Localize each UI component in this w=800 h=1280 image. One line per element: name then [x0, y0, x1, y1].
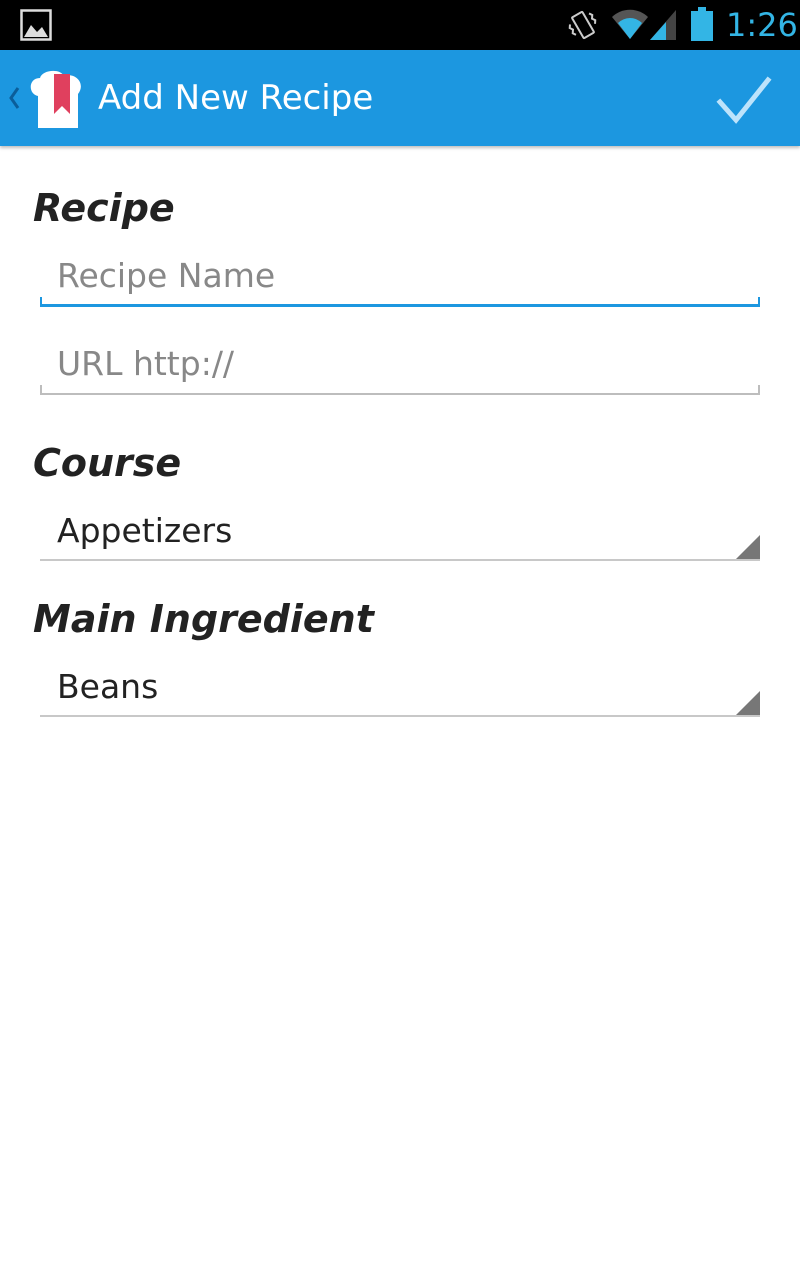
url-placeholder: URL http://: [57, 344, 235, 383]
signal-icon: [650, 10, 676, 40]
dropdown-underline: [40, 559, 760, 561]
back-chevron-icon[interactable]: [8, 86, 20, 110]
action-bar: Add New Recipe: [0, 50, 800, 146]
recipe-name-placeholder: Recipe Name: [57, 256, 276, 295]
dropdown-arrow-icon: [736, 691, 760, 715]
course-selected-value: Appetizers: [57, 511, 233, 550]
input-underline: [40, 393, 760, 395]
checkmark-icon[interactable]: [706, 66, 782, 132]
course-dropdown[interactable]: Appetizers: [40, 505, 760, 561]
wifi-icon: [612, 9, 648, 40]
main-ingredient-heading: Main Ingredient: [33, 597, 374, 641]
dropdown-underline: [40, 715, 760, 717]
status-time: 1:26: [726, 6, 798, 44]
main-ingredient-dropdown[interactable]: Beans: [40, 661, 760, 717]
page-title: Add New Recipe: [98, 78, 374, 118]
gallery-icon: [20, 9, 52, 41]
vibrate-icon: [568, 10, 597, 40]
battery-icon: [691, 7, 713, 41]
recipe-name-input[interactable]: Recipe Name: [40, 252, 760, 307]
dropdown-arrow-icon: [736, 535, 760, 559]
chef-hat-bookmark-logo-icon[interactable]: [26, 70, 88, 130]
status-bar: 1:26: [0, 0, 800, 50]
ingredient-selected-value: Beans: [57, 667, 159, 706]
input-underline: [40, 304, 760, 307]
url-input[interactable]: URL http://: [40, 340, 760, 395]
course-heading: Course: [33, 441, 182, 485]
recipe-heading: Recipe: [33, 186, 175, 230]
